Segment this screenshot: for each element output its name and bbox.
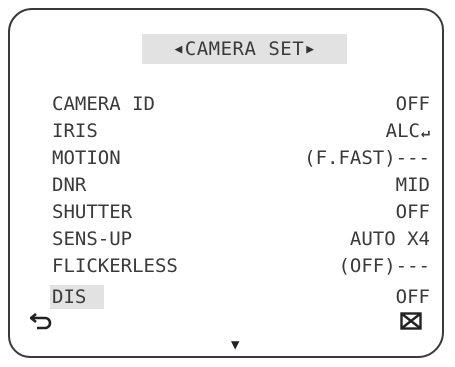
menu-item-label: DNR	[52, 174, 87, 196]
menu-item-value-wrap: ALC↵	[386, 119, 430, 144]
menu-item-label: CAMERA ID	[52, 93, 155, 115]
menu-item-motion[interactable]: MOTION (F.FAST)---	[40, 146, 430, 170]
menu-title: CAMERA SET	[184, 38, 305, 60]
menu-item-label: IRIS	[52, 120, 98, 142]
menu-item-value: (OFF)---	[338, 255, 430, 277]
menu-item-dnr[interactable]: DNR MID	[40, 173, 430, 197]
menu-item-dis[interactable]: DIS OFF	[40, 285, 430, 309]
menu-item-value: (F.FAST)---	[304, 147, 430, 169]
menu-item-shutter[interactable]: SHUTTER OFF	[40, 200, 430, 224]
menu-item-value: MID	[395, 174, 430, 196]
menu-item-label: SENS-UP	[52, 228, 133, 250]
enter-arrow-icon: ↵	[420, 123, 430, 141]
boxed-x-icon[interactable]	[400, 312, 422, 335]
osd-menu-screen: ◀ CAMERA SET ▶ CAMERA ID OFF IRIS ALC↵ M…	[8, 8, 444, 358]
menu-item-label: DIS	[50, 285, 105, 309]
menu-item-sens-up[interactable]: SENS-UP AUTO X4	[40, 227, 430, 251]
menu-item-flickerless[interactable]: FLICKERLESS (OFF)---	[40, 254, 430, 278]
menu-item-value: OFF	[395, 286, 430, 308]
menu-item-value: AUTO X4	[349, 228, 430, 250]
prev-page-arrow-icon[interactable]: ◀	[174, 42, 182, 57]
menu-item-camera-id[interactable]: CAMERA ID OFF	[40, 92, 430, 116]
menu-item-value: OFF	[395, 201, 430, 223]
menu-title-bar[interactable]: ◀ CAMERA SET ▶	[142, 34, 347, 64]
menu-item-label: FLICKERLESS	[52, 255, 178, 277]
menu-item-value: ALC	[385, 120, 420, 142]
menu-item-label: SHUTTER	[52, 201, 133, 223]
return-icon[interactable]	[28, 312, 52, 335]
next-page-arrow-icon[interactable]: ▶	[306, 42, 314, 57]
menu-item-value: OFF	[395, 93, 430, 115]
menu-item-label: MOTION	[52, 147, 121, 169]
menu-item-iris[interactable]: IRIS ALC↵	[40, 119, 430, 143]
down-triangle-icon: ▼	[231, 337, 240, 353]
